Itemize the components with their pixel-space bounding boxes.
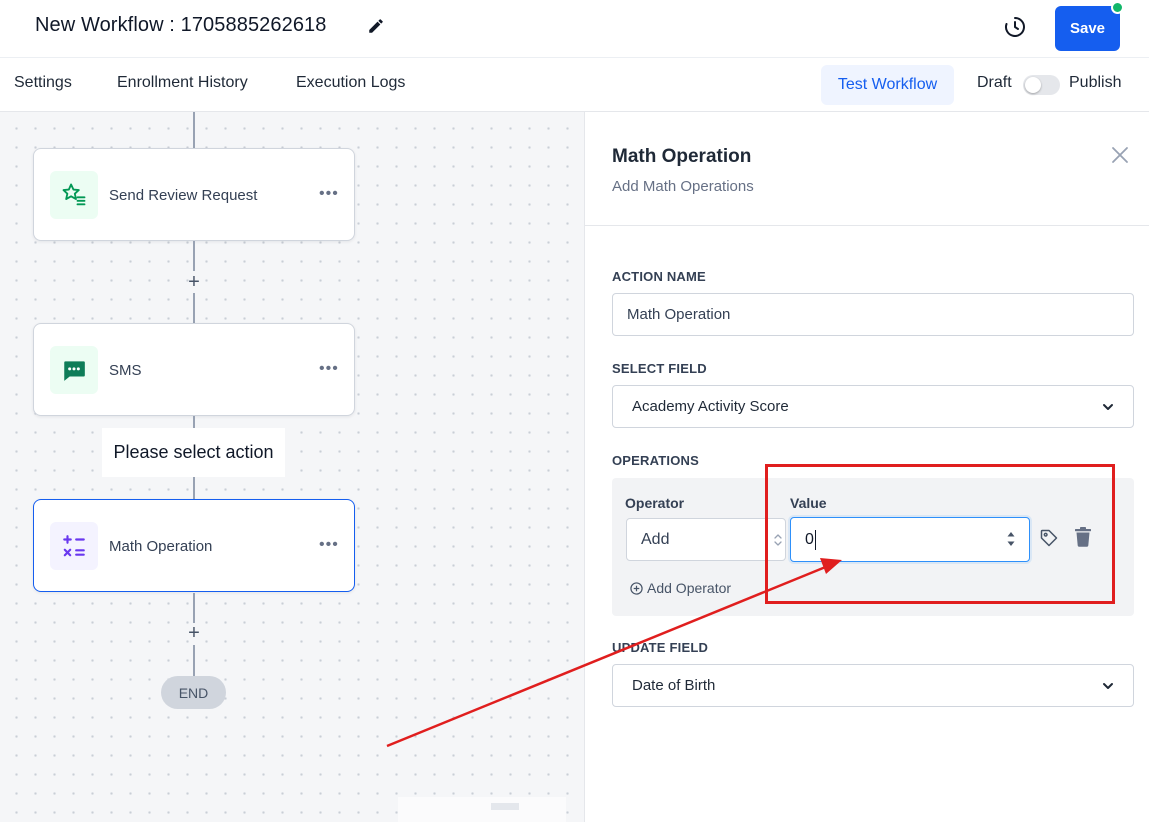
- node-icon-bg: [50, 346, 98, 394]
- tab-execution-logs[interactable]: Execution Logs: [296, 74, 405, 92]
- connector-line: [193, 645, 195, 677]
- test-workflow-button[interactable]: Test Workflow: [821, 65, 954, 105]
- add-operator-button[interactable]: Add Operator: [630, 580, 731, 596]
- panel-title: Math Operation: [612, 146, 752, 167]
- update-field-dropdown[interactable]: Date of Birth: [612, 664, 1134, 707]
- workflow-header: New Workflow : 1705885262618 Save: [0, 0, 1149, 58]
- workflow-title: New Workflow : 1705885262618: [35, 14, 327, 36]
- toggle-knob: [1025, 77, 1041, 93]
- add-operator-label: Add Operator: [647, 580, 732, 596]
- canvas-minimap[interactable]: [398, 797, 566, 822]
- sms-bubble-icon: [64, 361, 85, 381]
- pencil-icon[interactable]: [367, 17, 385, 35]
- operator-select[interactable]: Add: [626, 518, 786, 561]
- more-options-icon[interactable]: •••: [319, 185, 339, 203]
- status-dot: [1111, 1, 1124, 14]
- action-name-label: ACTION NAME: [612, 269, 706, 284]
- more-options-icon[interactable]: •••: [319, 536, 339, 554]
- history-icon[interactable]: [1003, 15, 1027, 39]
- node-label: Math Operation: [109, 538, 213, 555]
- minimap-viewport[interactable]: [491, 803, 519, 810]
- more-options-icon[interactable]: •••: [319, 360, 339, 378]
- math-operators-icon: [63, 535, 85, 557]
- workflow-tabbar: Settings Enrollment History Execution Lo…: [0, 58, 1149, 112]
- tab-settings[interactable]: Settings: [14, 74, 72, 92]
- workflow-canvas[interactable]: Send Review Request ••• + SMS ••• Math O…: [0, 112, 584, 822]
- operations-label: OPERATIONS: [612, 453, 699, 468]
- node-label: Send Review Request: [109, 187, 258, 204]
- chevron-down-icon: [1103, 683, 1113, 689]
- operator-label: Operator: [625, 495, 685, 511]
- node-math-operation[interactable]: Math Operation •••: [33, 499, 355, 592]
- save-button[interactable]: Save: [1055, 6, 1120, 51]
- connector-line: [193, 241, 195, 271]
- end-node: END: [161, 676, 226, 709]
- select-action-tooltip: Please select action: [102, 428, 285, 477]
- connector-line: [193, 293, 195, 323]
- select-field-value: Academy Activity Score: [632, 398, 789, 415]
- add-step-icon[interactable]: +: [185, 272, 203, 292]
- action-name-value: Math Operation: [627, 306, 731, 323]
- panel-subtitle: Add Math Operations: [612, 178, 754, 195]
- publish-label: Publish: [1069, 74, 1122, 91]
- node-send-review-request[interactable]: Send Review Request •••: [33, 148, 355, 241]
- node-sms[interactable]: SMS •••: [33, 323, 355, 416]
- draft-label: Draft: [977, 74, 1012, 91]
- connector-line: [193, 112, 195, 148]
- star-list-icon: [62, 183, 86, 206]
- publish-toggle[interactable]: [1023, 75, 1060, 95]
- chevron-down-icon: [1103, 404, 1113, 410]
- operator-value: Add: [641, 530, 670, 548]
- update-field-value: Date of Birth: [632, 677, 716, 694]
- node-icon-bg: [50, 171, 98, 219]
- select-field-label: SELECT FIELD: [612, 361, 707, 376]
- panel-divider: [585, 225, 1149, 226]
- annotation-highlight-box: [765, 464, 1115, 604]
- add-step-icon[interactable]: +: [185, 623, 203, 643]
- update-field-label: UPDATE FIELD: [612, 640, 709, 655]
- node-icon-bg: [50, 522, 98, 570]
- tab-enrollment-history[interactable]: Enrollment History: [117, 74, 248, 92]
- plus-circle-icon: [630, 581, 643, 595]
- select-field-dropdown[interactable]: Academy Activity Score: [612, 385, 1134, 428]
- connector-line: [193, 593, 195, 623]
- node-label: SMS: [109, 362, 142, 379]
- close-icon[interactable]: [1110, 145, 1130, 165]
- action-name-input[interactable]: Math Operation: [612, 293, 1134, 336]
